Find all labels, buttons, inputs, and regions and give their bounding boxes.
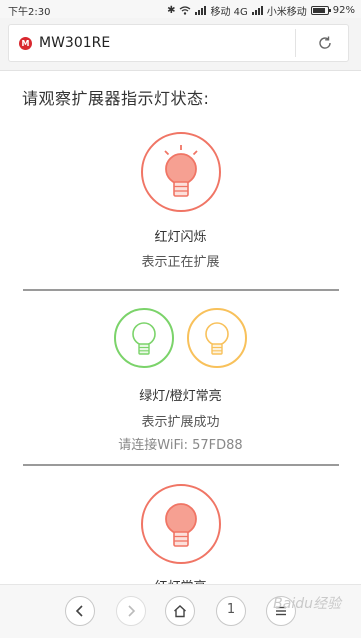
- url-text[interactable]: MW301RE: [39, 35, 110, 51]
- section-2-title: 绿灯/橙灯常亮: [139, 389, 222, 404]
- section-1-title: 红灯闪烁: [154, 230, 207, 245]
- address-bar[interactable]: M MW301RE: [8, 24, 349, 62]
- carrier-1: 移动 4G: [210, 7, 248, 18]
- battery-percent: 92%: [332, 5, 355, 16]
- section-2-note: 请连接WiFi: 57FD88: [118, 438, 243, 453]
- signal-icon-2: [251, 6, 263, 15]
- bluetooth-icon: ✱: [167, 5, 176, 16]
- red-steady-bulb-icon: [141, 484, 221, 564]
- tabs-count: 1: [226, 602, 236, 617]
- forward-button[interactable]: [116, 596, 146, 626]
- status-time: 下午2:30: [8, 7, 51, 18]
- green-bulb-icon: [114, 308, 174, 368]
- address-divider: [295, 29, 296, 57]
- chevron-right-icon: [128, 605, 136, 617]
- browser-bottom-bar: 1 Baidu经验: [0, 584, 361, 638]
- site-favicon-icon: M: [19, 37, 32, 50]
- baidu-watermark: Baidu经验: [273, 596, 341, 612]
- section-divider-2: [23, 464, 339, 466]
- browser-toolbar: M MW301RE: [0, 18, 361, 71]
- red-blinking-bulb-icon: [141, 132, 221, 212]
- status-right: ✱ 移动 4G 小米移动 92%: [167, 3, 355, 18]
- carrier-2: 小米移动: [266, 7, 307, 18]
- battery-icon: [310, 6, 331, 15]
- home-button[interactable]: [165, 596, 195, 626]
- signal-icon: [195, 6, 207, 15]
- page-heading: 请观察扩展器指示灯状态:: [22, 89, 210, 108]
- chevron-left-icon: [75, 605, 83, 617]
- home-icon: [174, 605, 186, 618]
- section-1-desc: 表示正在扩展: [141, 255, 220, 270]
- section-2-desc: 表示扩展成功: [141, 415, 220, 430]
- orange-bulb-icon: [187, 308, 247, 368]
- section-divider-1: [23, 289, 339, 291]
- back-button[interactable]: [65, 596, 95, 626]
- wifi-icon: [180, 6, 191, 15]
- reload-icon[interactable]: [316, 34, 334, 52]
- status-bar: 下午2:30 ✱ 移动 4G 小米移动 92%: [0, 0, 361, 18]
- tabs-button[interactable]: 1: [216, 596, 246, 626]
